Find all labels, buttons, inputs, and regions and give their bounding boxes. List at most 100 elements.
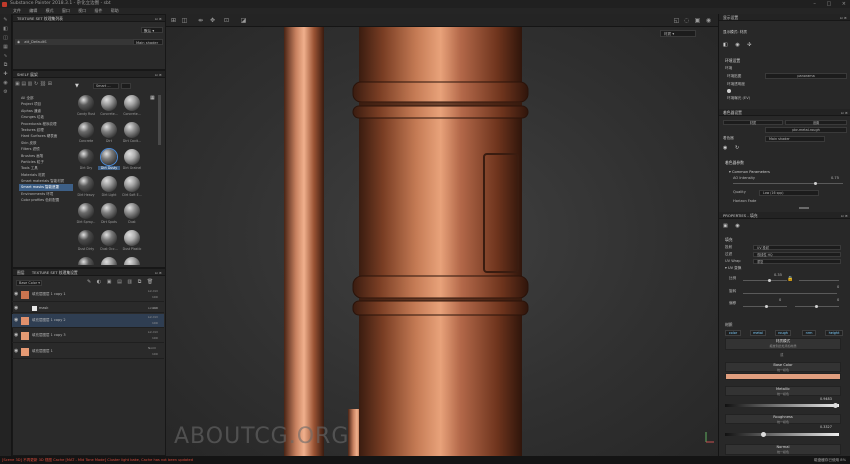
visibility-eye-icon[interactable]: ◉ <box>17 40 20 44</box>
base-color-header[interactable]: Base Color 统一模色 <box>725 362 841 372</box>
shelf-thumbnail[interactable] <box>124 203 140 219</box>
shelf-thumbnail[interactable] <box>101 257 117 265</box>
shelf-thumbnail[interactable] <box>101 230 117 246</box>
channel-dropdown[interactable]: Base Color ▾ <box>16 280 42 286</box>
layer-opacity[interactable]: 100 <box>152 336 158 340</box>
layer-mask-row[interactable]: ◉ mask Lin Dd 100 <box>12 305 164 313</box>
shelf-category-item[interactable]: Color profiles 色彩配置 <box>19 197 73 203</box>
channel-nrm-button[interactable]: nrm <box>802 330 816 336</box>
uv-wrap-dropdown[interactable]: 重复 <box>753 259 841 264</box>
shelf-thumbnail[interactable] <box>124 257 140 265</box>
roughness-slider[interactable] <box>725 433 839 436</box>
grid-view-icon[interactable]: ⊞ <box>48 81 52 87</box>
settings-icon[interactable]: ⚙ <box>3 90 9 95</box>
channel-color-button[interactable]: color <box>725 330 741 336</box>
scale-slider[interactable] <box>743 280 787 281</box>
menu-file[interactable]: 文件 <box>13 8 21 13</box>
shelf-thumbnail[interactable] <box>101 149 117 165</box>
layer-opacity[interactable]: 100 <box>152 352 158 356</box>
layer-visibility-eye-icon[interactable]: ◉ <box>14 333 19 338</box>
projection-icon[interactable]: ◫ <box>3 36 9 41</box>
folder-icon[interactable]: ▣ <box>15 81 20 87</box>
shelf-filter-dropdown[interactable]: Smart ... <box>93 83 119 89</box>
picker-icon[interactable]: ✚ <box>3 72 9 77</box>
shelf-thumbnail[interactable] <box>124 230 140 246</box>
filter-icon[interactable]: ▼ <box>75 83 79 89</box>
material-mode-button[interactable]: 材质模式 拖放到此处添加材质 <box>725 338 841 350</box>
layer-thumbnail[interactable] <box>21 317 29 325</box>
shelf-thumbnail[interactable] <box>101 122 117 138</box>
ao-intensity-slider[interactable] <box>733 183 843 184</box>
paint-brush-icon[interactable]: ✎ <box>3 18 9 23</box>
filtering-dropdown[interactable]: 双线性 HQ <box>753 252 841 257</box>
close-icon[interactable]: × <box>842 1 846 7</box>
layer-opacity[interactable]: 100 <box>152 295 158 299</box>
tab-layers[interactable]: 图层 <box>17 269 31 275</box>
layer-thumbnail[interactable] <box>21 332 29 340</box>
camera-icon[interactable]: ◪ <box>240 17 247 24</box>
view-mode-dropdown[interactable]: 材质 ▾ <box>660 30 696 37</box>
panel-close-icon[interactable]: ▫ × <box>840 14 847 20</box>
menu-mode[interactable]: 模式 <box>46 8 54 13</box>
roughness-knob[interactable] <box>761 432 766 437</box>
offset-knob-y[interactable] <box>815 305 818 308</box>
env-map-field[interactable]: panorama <box>765 73 847 79</box>
ao-intensity-knob[interactable] <box>814 182 817 185</box>
shelf-thumbnail[interactable] <box>101 203 117 219</box>
menu-plugins[interactable]: 插件 <box>94 8 102 13</box>
shelf-thumbnail[interactable] <box>78 122 94 138</box>
add-layer-icon[interactable]: ▤ <box>117 279 124 285</box>
clone-icon[interactable]: ⧉ <box>3 63 9 68</box>
camera-settings-icon[interactable]: ◧ <box>723 42 731 48</box>
rotation-slider[interactable] <box>743 293 837 294</box>
duplicate-layer-icon[interactable]: ⧉ <box>138 279 144 285</box>
layer-visibility-eye-icon[interactable]: ◉ <box>14 318 19 323</box>
shelf-thumbnail[interactable] <box>101 176 117 192</box>
texture-set-dropdown[interactable]: 默认 ▾ <box>141 27 163 33</box>
shelf-thumbnail[interactable] <box>78 95 94 111</box>
mesh-settings-icon[interactable]: ✣ <box>747 42 754 48</box>
panel-close-icon[interactable]: ▫ × <box>841 109 848 115</box>
base-color-swatch[interactable] <box>725 373 841 380</box>
3d-viewport[interactable]: ABOUTCG.ORG <box>166 14 718 456</box>
shelf-thumbnail[interactable] <box>124 95 140 111</box>
shelf-scrollbar[interactable] <box>158 95 161 145</box>
metallic-knob[interactable] <box>833 403 838 408</box>
layer-row[interactable]: ◉ 填充层图层 1 copy 2 Lin Dd 100 <box>12 314 164 328</box>
material-properties-icon[interactable]: ◉ <box>735 223 742 229</box>
shelf-search-input[interactable] <box>121 83 131 89</box>
panel-close-icon[interactable]: ▫ × <box>155 15 162 21</box>
shelf-thumbnail[interactable] <box>78 203 94 219</box>
shader-dropdown[interactable]: Main shader <box>133 39 163 45</box>
scale-slider-y[interactable] <box>799 280 839 281</box>
add-effect-icon[interactable]: ✎ <box>87 279 93 285</box>
shader-tab-settings[interactable]: 设置 <box>785 120 847 125</box>
menu-help[interactable]: 帮助 <box>111 8 119 13</box>
layer-thumbnail[interactable] <box>21 348 29 356</box>
layer-visibility-eye-icon[interactable]: ◉ <box>14 292 19 297</box>
lock-icon[interactable]: 🔒 <box>787 276 793 282</box>
bake-icon[interactable]: ◉ <box>3 81 9 86</box>
maximize-icon[interactable]: □ <box>826 1 831 7</box>
panel-close-icon[interactable]: ▫ × <box>155 269 162 275</box>
channel-metal-button[interactable]: metal <box>750 330 766 336</box>
layer-opacity[interactable]: 100 <box>152 306 158 310</box>
shelf-thumbnail[interactable] <box>101 95 117 111</box>
channel-rough-button[interactable]: rough <box>775 330 791 336</box>
symmetry-icon[interactable]: ◫ <box>181 17 188 24</box>
menu-viewport[interactable]: 视口 <box>78 8 86 13</box>
layer-blend-mode[interactable]: Lin Dd <box>148 315 158 319</box>
texture-set-item[interactable]: ◉ att_DefaultS Main shader <box>15 39 163 45</box>
roughness-header[interactable]: Roughness 统一模色 <box>725 414 841 424</box>
import-icon[interactable]: ▥ <box>28 81 33 87</box>
shader-name-field[interactable]: Main shader <box>765 136 825 142</box>
screenshot-icon[interactable]: ⊡ <box>223 17 230 24</box>
layer-visibility-eye-icon[interactable]: ◉ <box>14 349 19 354</box>
layer-visibility-eye-icon[interactable]: ◉ <box>14 306 19 311</box>
channel-height-button[interactable]: height <box>825 330 843 336</box>
shelf-thumbnail[interactable] <box>78 149 94 165</box>
polygon-fill-icon[interactable]: ▦ <box>3 45 9 50</box>
photo-icon[interactable]: ▣ <box>694 17 701 24</box>
layer-row[interactable]: ◉ 填充层图层 1 Norm 100 <box>12 345 164 359</box>
mirror-icon[interactable]: ⇹ <box>197 17 204 24</box>
